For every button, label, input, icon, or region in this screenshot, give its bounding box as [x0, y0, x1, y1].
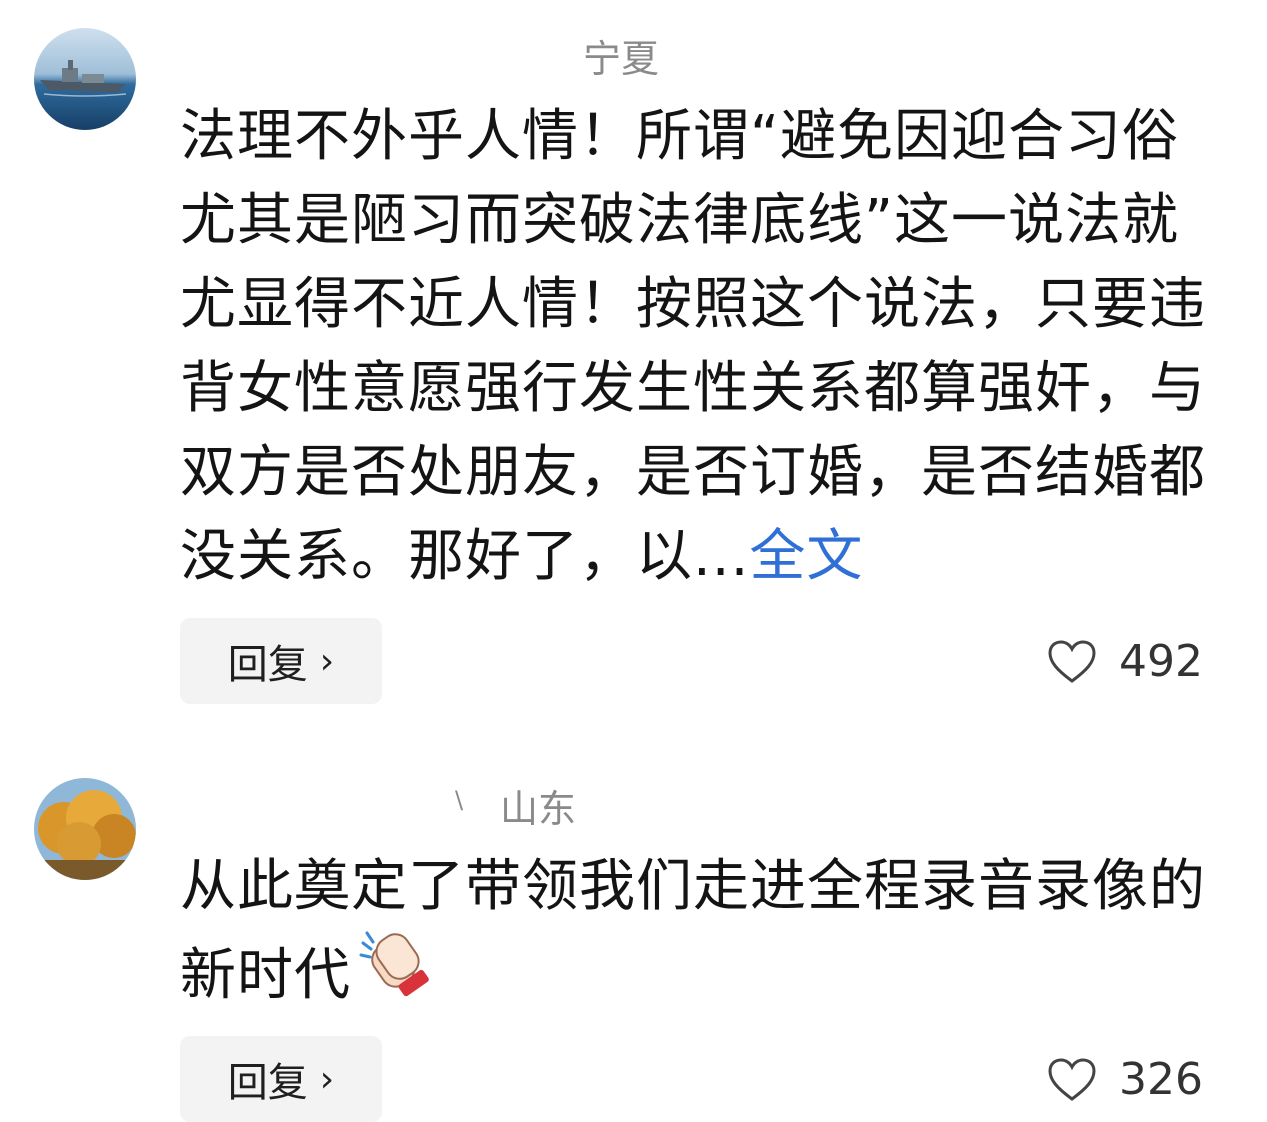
user-location: 山东	[500, 787, 577, 831]
user-location: 宁夏	[583, 37, 660, 81]
comment-item: \ 山东 从此奠定了带领我们走进全程录音录像的新时代 回复 › 326	[0, 720, 1267, 1122]
comment-text-content: 法理不外乎人情！所谓“避免因迎合习俗尤其是陋习而突破法律底线”这一说法就尤显得不…	[180, 104, 1206, 589]
comment-text-content: 从此奠定了带领我们走进全程录音录像的新时代	[180, 854, 1206, 1009]
autumn-tree-avatar-icon	[34, 778, 136, 880]
reply-button[interactable]: 回复 ›	[180, 1036, 382, 1122]
reply-button-label: 回复	[227, 1060, 308, 1106]
like-button[interactable]: 492	[1047, 636, 1203, 687]
avatar[interactable]	[34, 28, 136, 130]
clapping-hands-icon	[357, 929, 443, 1029]
chevron-right-icon: ›	[319, 640, 335, 682]
user-name-fragment: \	[455, 786, 464, 814]
reply-button[interactable]: 回复 ›	[180, 618, 382, 704]
comment-text: 从此奠定了带领我们走进全程录音录像的新时代	[180, 845, 1210, 1029]
warship-avatar-icon	[34, 28, 136, 130]
avatar[interactable]	[34, 778, 136, 880]
comment-text: 法理不外乎人情！所谓“避免因迎合习俗尤其是陋习而突破法律底线”这一说法就尤显得不…	[180, 95, 1210, 599]
like-count: 492	[1119, 636, 1203, 687]
heart-outline-icon	[1048, 639, 1096, 683]
heart-outline-icon	[1048, 1057, 1096, 1101]
expand-full-text-link[interactable]: 全文	[749, 524, 863, 589]
like-count: 326	[1119, 1054, 1203, 1105]
comment-item: 宁夏 法理不外乎人情！所谓“避免因迎合习俗尤其是陋习而突破法律底线”这一说法就尤…	[0, 0, 1267, 720]
like-button[interactable]: 326	[1047, 1054, 1203, 1105]
chevron-right-icon: ›	[319, 1058, 335, 1100]
reply-button-label: 回复	[227, 642, 308, 688]
